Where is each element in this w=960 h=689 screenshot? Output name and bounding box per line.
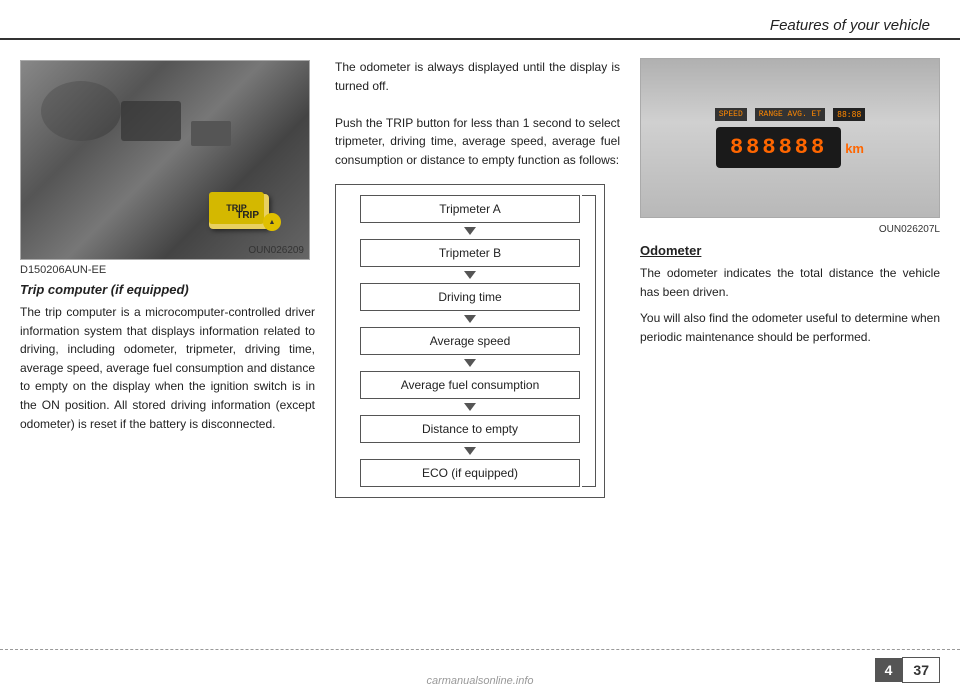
flow-item-distance-empty: Distance to empty <box>344 415 596 443</box>
image-label: D150206AUN-EE <box>20 264 315 276</box>
flow-box-avg-fuel: Average fuel consumption <box>360 371 580 399</box>
odometer-time-display: 88:88 <box>833 108 865 121</box>
right-column: SPEED RANGE AVG. ET 88:88 888888 km OUN0… <box>630 40 960 649</box>
flow-item-eco: ECO (if equipped) <box>344 459 596 487</box>
odometer-graphic: SPEED RANGE AVG. ET 88:88 888888 km <box>641 59 939 217</box>
odometer-image: SPEED RANGE AVG. ET 88:88 888888 km <box>640 58 940 218</box>
odometer-body-text-2: You will also find the odometer useful t… <box>640 309 940 346</box>
flow-box-tripmeter-a: Tripmeter A <box>360 195 580 223</box>
page-title: Features of your vehicle <box>770 17 930 38</box>
odometer-unit: km <box>845 141 864 156</box>
flow-item-tripmeter-b: Tripmeter B <box>344 239 596 267</box>
page-number-left: 4 <box>875 658 903 682</box>
flow-arrow-2 <box>344 267 596 283</box>
arrow-down-6 <box>464 447 476 455</box>
odometer-section-title: Odometer <box>640 243 940 258</box>
odometer-image-caption: OUN026207L <box>640 224 940 235</box>
page-header: Features of your vehicle <box>0 0 960 40</box>
flow-item-driving-time: Driving time <box>344 283 596 311</box>
intro-line-2: Push the TRIP button for less than 1 sec… <box>335 116 620 167</box>
flow-item-tripmeter-a: Tripmeter A <box>344 195 596 223</box>
flow-box-eco: ECO (if equipped) <box>360 459 580 487</box>
flow-item-average-speed: Average speed <box>344 327 596 355</box>
middle-column: The odometer is always displayed until t… <box>330 40 630 649</box>
odometer-display-row: 888888 km <box>716 127 864 168</box>
flowchart: Tripmeter A Tripmeter B Driving time Ave… <box>335 184 605 498</box>
arrow-down-5 <box>464 403 476 411</box>
flow-arrow-1 <box>344 223 596 239</box>
watermark: carmanualsonline.info <box>426 675 533 687</box>
flow-arrow-5 <box>344 399 596 415</box>
arrow-down-1 <box>464 227 476 235</box>
page-numbers: 4 37 <box>875 657 940 683</box>
flow-arrow-4 <box>344 355 596 371</box>
flow-item-avg-fuel: Average fuel consumption <box>344 371 596 399</box>
car-image-graphic: TRIP ▲ <box>21 61 309 259</box>
flow-arrow-3 <box>344 311 596 327</box>
flow-box-average-speed: Average speed <box>360 327 580 355</box>
odometer-digits: 888888 <box>716 127 841 168</box>
flow-box-tripmeter-b: Tripmeter B <box>360 239 580 267</box>
arrow-down-3 <box>464 315 476 323</box>
intro-text: The odometer is always displayed until t… <box>335 58 620 170</box>
odometer-range-label: RANGE AVG. ET <box>755 108 825 121</box>
main-content: TRIP ▲ OUN026209 D150206AUN-EE Trip comp… <box>0 40 960 649</box>
odometer-speed-label: SPEED <box>715 108 747 121</box>
odometer-top-labels: SPEED RANGE AVG. ET 88:88 <box>715 108 866 121</box>
flow-bracket <box>582 195 596 487</box>
flow-box-distance-empty: Distance to empty <box>360 415 580 443</box>
flow-box-driving-time: Driving time <box>360 283 580 311</box>
left-body-text: The trip computer is a microcomputer-con… <box>20 303 315 433</box>
car-dashboard-image: TRIP ▲ OUN026209 <box>20 60 310 260</box>
arrow-down-2 <box>464 271 476 279</box>
left-column: TRIP ▲ OUN026209 D150206AUN-EE Trip comp… <box>0 40 330 649</box>
car-image-caption: OUN026209 <box>248 245 304 256</box>
page-number-right: 37 <box>902 657 940 683</box>
intro-line-1: The odometer is always displayed until t… <box>335 60 620 93</box>
flow-arrow-6 <box>344 443 596 459</box>
section-title: Trip computer (if equipped) <box>20 282 315 297</box>
arrow-down-4 <box>464 359 476 367</box>
odometer-body-text-1: The odometer indicates the total distanc… <box>640 264 940 301</box>
